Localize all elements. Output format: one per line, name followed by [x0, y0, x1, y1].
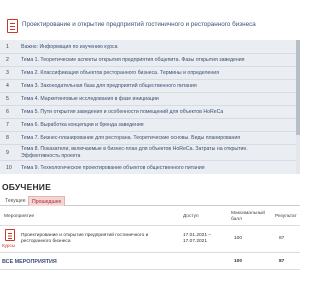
topic-item[interactable]: 7 Тема 6. Выработка концепции и бренда з… [0, 119, 296, 132]
totals-label: ВСЕ МЕРОПРИЯТИЯ [2, 259, 57, 265]
topic-label[interactable]: Тема 6. Выработка концепции и бренда зав… [21, 122, 144, 128]
result-value: 87 [279, 236, 285, 241]
topic-label[interactable]: Тема 9. Технологическое проектирование о… [21, 165, 205, 171]
topic-number: 5 [6, 96, 9, 102]
totals-row: ВСЕ МЕРОПРИЯТИЯ 100 87 [0, 256, 300, 268]
column-header-event: Мероприятие [4, 214, 35, 219]
topic-number: 3 [6, 70, 9, 76]
topic-scrollbar[interactable] [296, 40, 300, 174]
total-max-score: 100 [234, 259, 243, 264]
document-icon [7, 19, 18, 33]
topic-label[interactable]: Тема 4. Маркетинговые исследования в фаз… [21, 96, 159, 102]
topic-item[interactable]: 9 Тема 8. Показатели, включаемые в бизне… [0, 145, 296, 161]
column-header-result: Результат [275, 214, 297, 219]
topic-item[interactable]: 5 Тема 4. Маркетинговые исследования в ф… [0, 93, 296, 106]
topic-number: 6 [6, 109, 9, 115]
course-type-label: Курсы [2, 243, 16, 248]
topic-label[interactable]: Тема 7. Бизнес-планирование для ресторан… [21, 135, 240, 141]
topic-number: 1 [6, 44, 9, 50]
column-header-access: Доступ [183, 214, 199, 219]
topic-label[interactable]: Тема 1. Теоретические аспекты открытия п… [21, 57, 244, 63]
course-panel: Проектирование и открытие предприятий го… [0, 17, 300, 174]
topic-label[interactable]: Тема 2. Классификация объектов ресторанн… [21, 70, 219, 76]
total-result: 87 [279, 259, 285, 264]
tab-past[interactable]: Прошедшее [28, 196, 66, 206]
topic-number: 2 [6, 57, 9, 63]
tab-current[interactable]: Текущее [2, 196, 29, 206]
topic-item[interactable]: 8 Тема 7. Бизнес-планирование для рестор… [0, 132, 296, 145]
topic-label[interactable]: Тема 8. Показатели, включаемые в бизнес-… [21, 146, 286, 159]
topic-item[interactable]: 6 Тема 5. Пути открытия заведения и особ… [0, 106, 296, 119]
topic-label[interactable]: Тема 5. Пути открытия заведения и особен… [21, 109, 223, 115]
event-name-link[interactable]: Проектирование и открытие предприятий го… [21, 233, 171, 245]
topic-number: 10 [6, 165, 12, 171]
column-header-max-score: Максимальный балл [231, 211, 265, 222]
table-row[interactable]: Курсы Проектирование и открытие предприя… [0, 225, 300, 253]
course-title[interactable]: Проектирование и открытие предприятий го… [22, 21, 256, 28]
learning-tabs: Текущее Прошедшее [0, 196, 300, 206]
topic-number: 7 [6, 122, 9, 128]
topic-item[interactable]: 2 Тема 1. Теоретические аспекты открытия… [0, 54, 296, 67]
scrollbar-thumb[interactable] [296, 40, 300, 135]
topic-number: 4 [6, 83, 9, 89]
topic-item[interactable]: 1 Важно: Информация по изучению курса [0, 41, 296, 54]
section-title: ОБУЧЕНИЕ [2, 182, 51, 192]
topic-list: 1 Важно: Информация по изучению курса 2 … [0, 40, 296, 174]
course-header: Проектирование и открытие предприятий го… [0, 17, 300, 37]
divider [0, 269, 300, 270]
access-period: 17.01.2021 – 17.07.2021 [183, 233, 212, 244]
max-score-value: 100 [234, 236, 243, 241]
topic-item[interactable]: 4 Тема 3. Законодательная база для предп… [0, 80, 296, 93]
topic-item[interactable]: 10 Тема 9. Технологическое проектировани… [0, 162, 296, 174]
divider [0, 160, 296, 161]
topic-number: 9 [6, 150, 9, 156]
course-icon [4, 229, 17, 242]
topic-item[interactable]: 3 Тема 2. Классификация объектов рестора… [0, 67, 296, 80]
topic-label[interactable]: Тема 3. Законодательная база для предпри… [21, 83, 197, 89]
topic-label[interactable]: Важно: Информация по изучению курса [21, 44, 118, 50]
topic-number: 8 [6, 135, 9, 141]
